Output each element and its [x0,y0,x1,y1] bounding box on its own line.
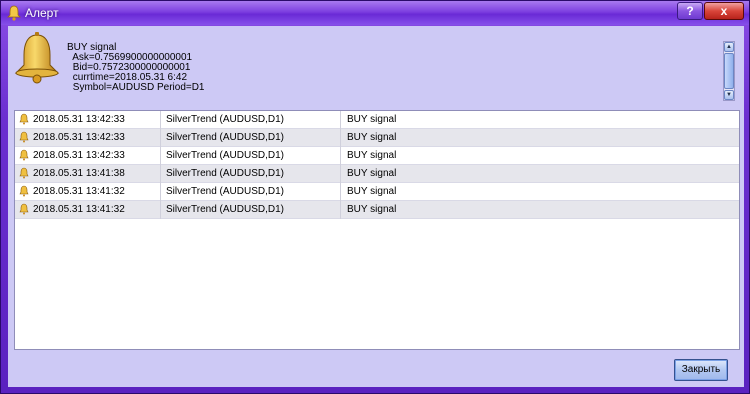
alert-message: BUY signal [347,150,397,161]
alert-time: 2018.05.31 13:41:32 [15,183,161,201]
scroll-up-icon[interactable]: ▲ [724,42,734,52]
alert-source: SilverTrend (AUDUSD,D1) [161,129,341,147]
alert-source: SilverTrend (AUDUSD,D1) [161,183,341,201]
list-item[interactable]: 2018.05.31 13:41:32 SilverTrend (AUDUSD,… [15,201,739,219]
alert-time: 2018.05.31 13:42:33 [15,147,161,165]
help-button[interactable]: ? [677,2,703,20]
list-item[interactable]: 2018.05.31 13:42:33 SilverTrend (AUDUSD,… [15,111,739,129]
scroll-thumb[interactable] [724,53,734,89]
dialog-client-area: BUY signal Ask=0.7569900000000001 Bid=0.… [8,26,744,387]
alert-message: BUY signal [347,204,397,215]
message-scrollbar[interactable]: ▲ ▼ [723,41,735,101]
alert-source: SilverTrend (AUDUSD,D1) [161,201,341,219]
window-title: Алерт [25,6,59,20]
title-bar[interactable]: Алерт ? x [1,1,749,25]
bell-icon [19,167,29,179]
bell-icon [19,113,29,125]
message-text: BUY signal Ask=0.7569900000000001 Bid=0.… [67,43,205,93]
alert-message: BUY signal [347,186,397,197]
alerts-list[interactable]: 2018.05.31 13:42:33 SilverTrend (AUDUSD,… [14,110,740,350]
alert-time: 2018.05.31 13:41:32 [15,201,161,219]
bell-icon [19,131,29,143]
list-item[interactable]: 2018.05.31 13:42:33 SilverTrend (AUDUSD,… [15,147,739,165]
bell-icon [7,5,21,21]
alert-source: SilverTrend (AUDUSD,D1) [161,111,341,129]
alert-message: BUY signal [347,132,397,143]
alert-time: 2018.05.31 13:41:38 [15,165,161,183]
close-button[interactable]: Закрыть [674,359,728,381]
list-item[interactable]: 2018.05.31 13:41:32 SilverTrend (AUDUSD,… [15,183,739,201]
bell-icon [14,32,60,84]
bell-icon [19,149,29,161]
alert-time: 2018.05.31 13:42:33 [15,129,161,147]
alert-window: Алерт ? x BUY signal Ask=0.7569900000000… [0,0,750,394]
bell-icon [19,185,29,197]
message-panel: BUY signal Ask=0.7569900000000001 Bid=0.… [8,26,744,106]
bell-icon [19,203,29,215]
close-window-button[interactable]: x [704,2,744,20]
message-line: Symbol=AUDUSD Period=D1 [70,82,205,93]
alert-message: BUY signal [347,114,397,125]
alert-time: 2018.05.31 13:42:33 [15,111,161,129]
list-item[interactable]: 2018.05.31 13:41:38 SilverTrend (AUDUSD,… [15,165,739,183]
list-item[interactable]: 2018.05.31 13:42:33 SilverTrend (AUDUSD,… [15,129,739,147]
alert-source: SilverTrend (AUDUSD,D1) [161,165,341,183]
scroll-down-icon[interactable]: ▼ [724,90,734,100]
alert-message: BUY signal [347,168,397,179]
alert-source: SilverTrend (AUDUSD,D1) [161,147,341,165]
